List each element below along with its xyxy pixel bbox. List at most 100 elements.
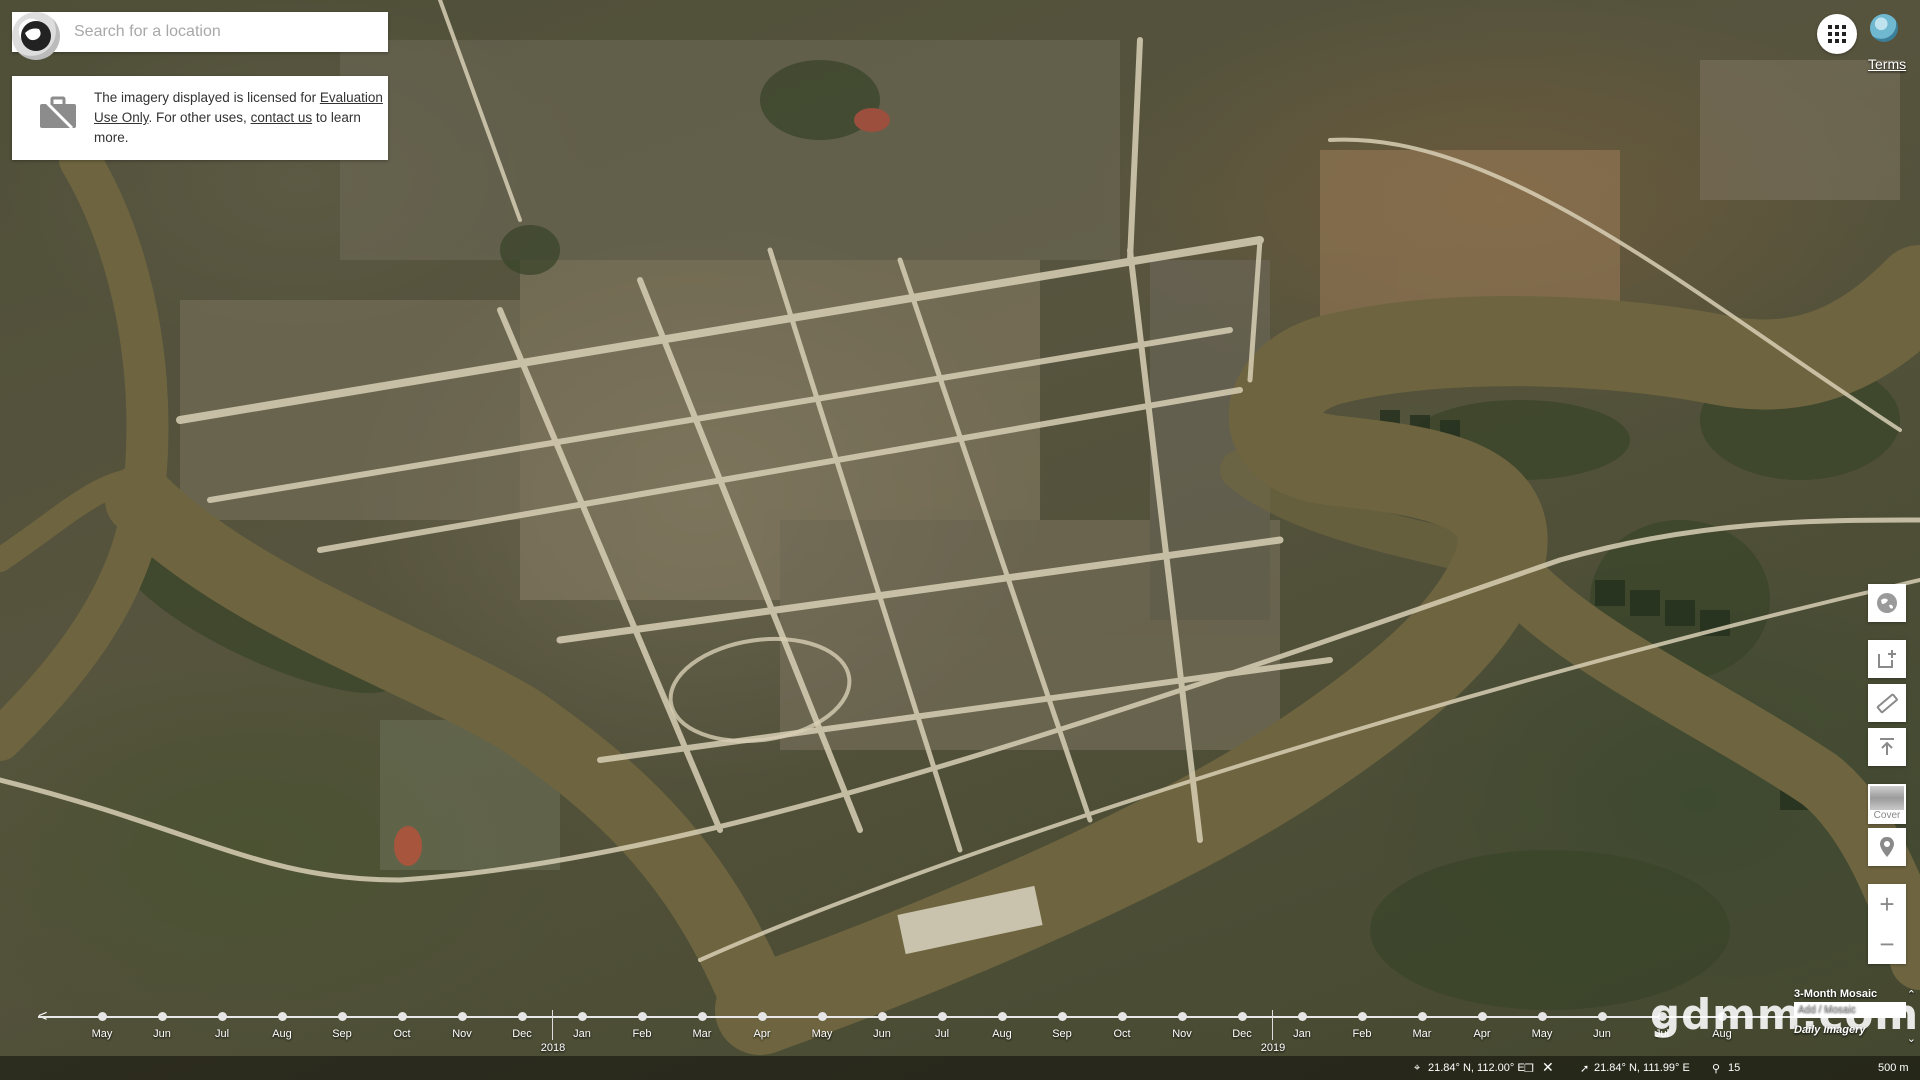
cursor-arrow-icon: ➚ xyxy=(1580,1063,1590,1075)
upload-icon xyxy=(1880,738,1894,755)
timeline-month-label: Jun xyxy=(873,1028,891,1040)
share-icon xyxy=(1878,650,1896,668)
timeline-month-label: Nov xyxy=(1172,1028,1192,1040)
timeline-month-label: May xyxy=(811,1028,833,1040)
timeline-month-label: Nov xyxy=(452,1028,472,1040)
license-notice: The imagery displayed is licensed for Ev… xyxy=(12,76,388,160)
timeline-month-marker[interactable] xyxy=(1598,1012,1607,1021)
timeline-month-label: Mar xyxy=(692,1028,712,1040)
timeline-month-marker[interactable] xyxy=(158,1012,167,1021)
cover-label: Cover xyxy=(1873,810,1901,821)
timeline-month-label: Sep xyxy=(1052,1028,1072,1040)
timeline-month-label: Oct xyxy=(393,1028,411,1040)
timeline-month-label: Feb xyxy=(632,1028,652,1040)
zoom-in-button[interactable]: + xyxy=(1868,884,1906,924)
chevron-up-icon[interactable]: ⌃ xyxy=(1907,988,1916,1001)
timeline-month-marker[interactable] xyxy=(338,1012,347,1021)
timeline-month-label: Jun xyxy=(1593,1028,1611,1040)
center-coordinates: 21.84° N, 112.00° E xyxy=(1428,1062,1525,1074)
timeline-month-marker[interactable] xyxy=(278,1012,287,1021)
status-bar: ⌖ 21.84° N, 112.00° E ❐ ✕ ➚ 21.84° N, 11… xyxy=(0,1056,1920,1080)
timeline-month-marker[interactable] xyxy=(1178,1012,1187,1021)
timeline-month-marker[interactable] xyxy=(818,1012,827,1021)
timeline-month-marker[interactable] xyxy=(938,1012,947,1021)
cursor-coordinates: 21.84° N, 111.99° E xyxy=(1594,1062,1690,1074)
timeline-month-marker[interactable] xyxy=(1238,1012,1247,1021)
search-bar xyxy=(12,12,388,60)
timeline-year-label: 2018 xyxy=(540,1042,566,1054)
mosaic-selector[interactable]: 3-Month Mosaic Add / Mosaic Daily Imager… xyxy=(1794,988,1916,1045)
date-timeline[interactable]: < MayJunJulAugSepOctNovDecJanFebMarAprMa… xyxy=(0,1000,1920,1054)
timeline-month-label: Apr xyxy=(753,1028,771,1040)
timeline-month-marker[interactable] xyxy=(518,1012,527,1021)
terms-link[interactable]: Terms xyxy=(1868,56,1906,72)
zoom-level-icon: ⚲ xyxy=(1712,1063,1721,1075)
location-button[interactable] xyxy=(1868,828,1906,866)
timeline-month-label: Mar xyxy=(1412,1028,1432,1040)
timeline-year-label: 2019 xyxy=(1260,1042,1286,1054)
globe-icon xyxy=(1877,593,1897,613)
daily-imagery-option[interactable]: Daily Imagery xyxy=(1794,1024,1906,1036)
timeline-month-marker[interactable] xyxy=(998,1012,1007,1021)
timeline-month-label: Jun xyxy=(153,1028,171,1040)
cover-thumbnail xyxy=(1870,786,1904,810)
timeline-month-label: May xyxy=(1531,1028,1553,1040)
timeline-month-marker[interactable] xyxy=(1418,1012,1427,1021)
scale-label: 500 m xyxy=(1878,1062,1909,1074)
timeline-month-marker[interactable] xyxy=(1358,1012,1367,1021)
zoom-out-button[interactable]: − xyxy=(1868,924,1906,964)
timeline-month-marker[interactable] xyxy=(758,1012,767,1021)
timeline-month-marker[interactable] xyxy=(458,1012,467,1021)
copy-icon[interactable]: ❐ xyxy=(1524,1062,1534,1075)
chevron-down-icon[interactable]: ⌄ xyxy=(1907,1032,1916,1045)
search-input[interactable] xyxy=(72,22,376,42)
zoom-level: 15 xyxy=(1728,1062,1741,1074)
contact-us-link[interactable]: contact us xyxy=(251,110,313,125)
app-logo-icon[interactable] xyxy=(12,12,60,60)
timeline-month-label: Jan xyxy=(1293,1028,1311,1040)
earth-icon[interactable] xyxy=(1870,14,1898,42)
timeline-month-marker[interactable] xyxy=(1118,1012,1127,1021)
zoom-controls: + − xyxy=(1868,884,1906,964)
timeline-month-marker[interactable] xyxy=(638,1012,647,1021)
timeline-month-label: Jul xyxy=(214,1028,230,1040)
timeline-month-label: Dec xyxy=(1232,1028,1252,1040)
map-imagery xyxy=(0,0,1920,1055)
timeline-year-divider xyxy=(1272,1010,1273,1040)
briefcase-icon xyxy=(40,96,76,130)
globe-button[interactable] xyxy=(1868,584,1906,622)
timeline-month-marker[interactable] xyxy=(398,1012,407,1021)
apps-grid-icon xyxy=(1828,25,1846,43)
timeline-month-marker[interactable] xyxy=(578,1012,587,1021)
upload-button[interactable] xyxy=(1868,728,1906,766)
measure-button[interactable] xyxy=(1868,684,1906,722)
satellite-map[interactable] xyxy=(0,0,1920,1080)
share-button[interactable] xyxy=(1868,640,1906,678)
timeline-month-marker[interactable] xyxy=(1538,1012,1547,1021)
location-pin-icon xyxy=(1880,837,1894,857)
timeline-month-marker[interactable] xyxy=(1298,1012,1307,1021)
timeline-month-label: Jan xyxy=(573,1028,591,1040)
center-crosshair-icon: ⌖ xyxy=(1414,1062,1421,1074)
timeline-month-marker[interactable] xyxy=(98,1012,107,1021)
timeline-month-label: Jul xyxy=(934,1028,950,1040)
timeline-month-marker[interactable] xyxy=(1058,1012,1067,1021)
notice-text-mid: . For other uses, xyxy=(148,110,251,125)
notice-text: The imagery displayed is licensed for Ev… xyxy=(94,88,384,148)
timeline-month-label: Feb xyxy=(1352,1028,1372,1040)
mosaic-title: 3-Month Mosaic xyxy=(1794,988,1878,1000)
close-icon[interactable]: ✕ xyxy=(1542,1059,1554,1076)
timeline-month-marker[interactable] xyxy=(878,1012,887,1021)
timeline-month-marker[interactable] xyxy=(698,1012,707,1021)
timeline-month-label: May xyxy=(91,1028,113,1040)
cover-layer-button[interactable]: Cover xyxy=(1868,784,1906,824)
timeline-month-marker[interactable] xyxy=(218,1012,227,1021)
timeline-month-label: Dec xyxy=(512,1028,532,1040)
timeline-year-divider xyxy=(552,1010,553,1040)
ruler-icon xyxy=(1876,693,1898,714)
timeline-month-label: Aug xyxy=(272,1028,292,1040)
apps-grid-button[interactable] xyxy=(1817,14,1857,54)
notice-text-before: The imagery displayed is licensed for xyxy=(94,90,320,105)
timeline-month-marker[interactable] xyxy=(1478,1012,1487,1021)
mosaic-field[interactable]: Add / Mosaic xyxy=(1794,1002,1906,1018)
